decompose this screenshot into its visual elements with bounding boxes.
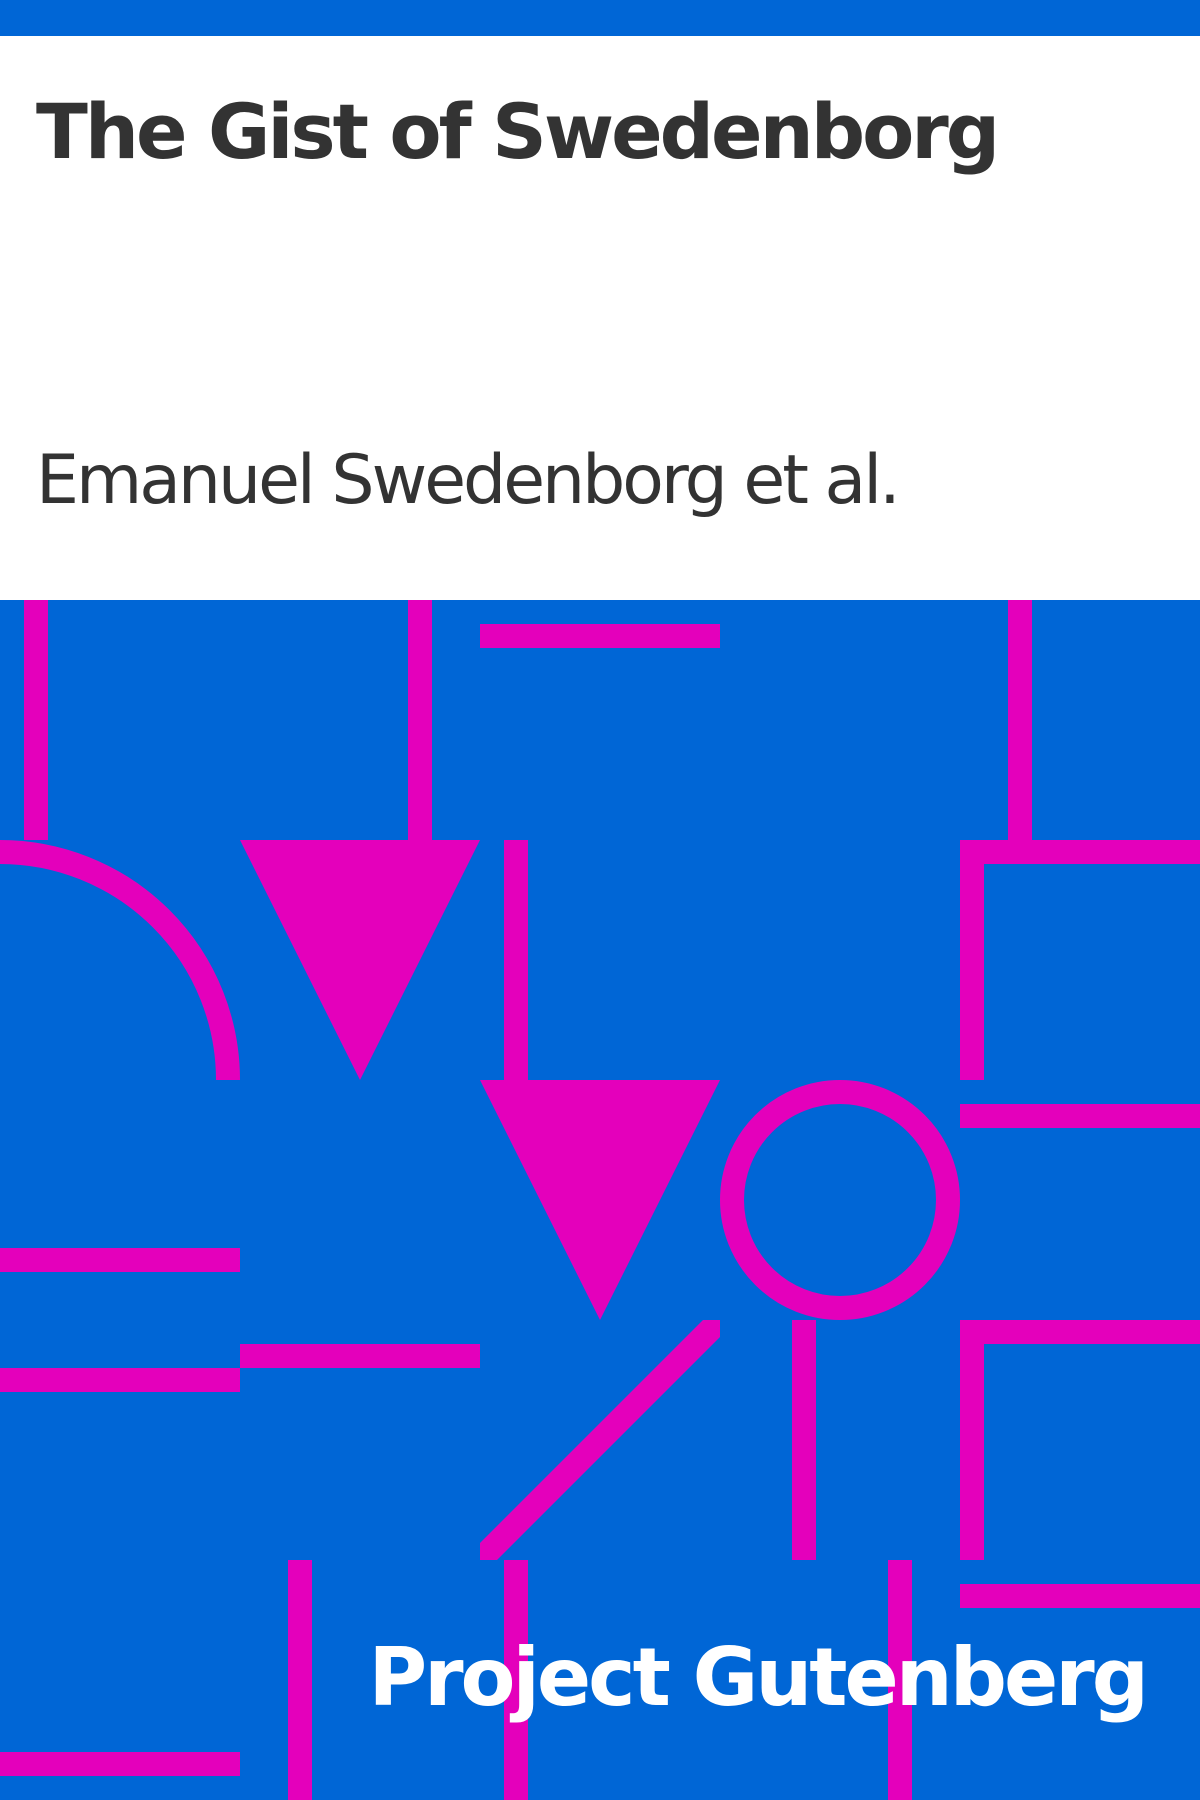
- geometric-pattern: [0, 600, 1200, 1800]
- book-title: The Gist of Swedenborg: [36, 87, 1000, 176]
- vertical-bar-shape: [1008, 600, 1032, 840]
- vertical-bar-shape: [960, 1320, 984, 1560]
- top-color-bar: [0, 0, 1200, 36]
- horizontal-bar-shape: [480, 624, 720, 648]
- horizontal-bar-shape: [0, 1368, 240, 1392]
- vertical-bar-shape: [408, 600, 432, 840]
- horizontal-bar-shape: [240, 1344, 480, 1368]
- vertical-bar-shape: [792, 1320, 816, 1560]
- vertical-bar-shape: [24, 600, 48, 840]
- vertical-bar-shape: [504, 840, 528, 1080]
- vertical-bar-shape: [288, 1560, 312, 1800]
- horizontal-bar-shape: [960, 1104, 1200, 1128]
- horizontal-bar-shape: [0, 1248, 240, 1272]
- horizontal-bar-shape: [960, 1320, 1200, 1344]
- horizontal-bar-shape: [960, 840, 1200, 864]
- horizontal-bar-shape: [0, 1752, 240, 1776]
- horizontal-bar-shape: [960, 1584, 1200, 1608]
- vertical-bar-shape: [960, 840, 984, 1080]
- publisher-name: Project Gutenberg: [368, 1631, 1149, 1724]
- book-cover: The Gist of Swedenborg Emanuel Swedenbor…: [0, 0, 1200, 1800]
- cover-artwork: [0, 600, 1200, 1800]
- book-author: Emanuel Swedenborg et al.: [36, 441, 901, 520]
